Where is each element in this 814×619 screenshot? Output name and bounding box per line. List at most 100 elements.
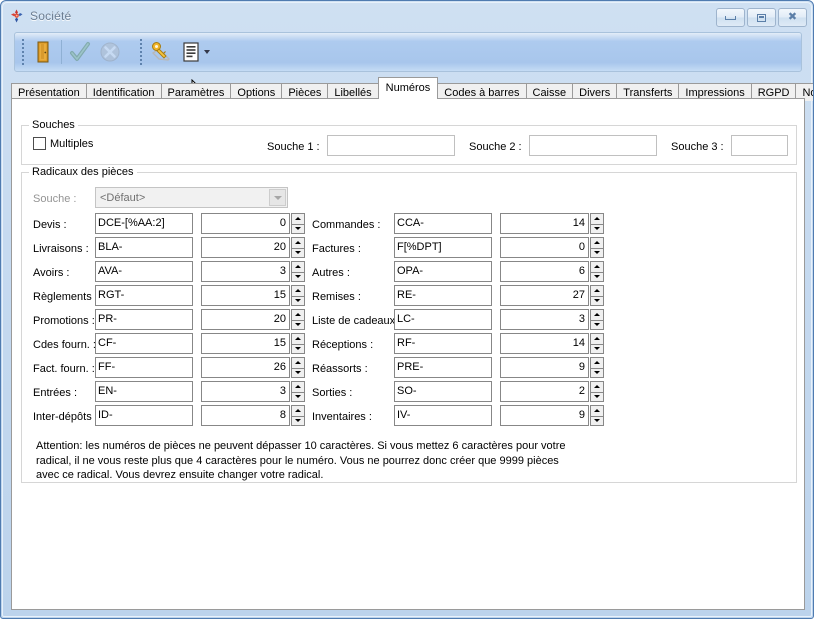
autres-radical-input[interactable]: OPA- xyxy=(394,261,492,282)
inter-depots-radical-input[interactable]: ID- xyxy=(95,405,193,426)
list-document-button[interactable] xyxy=(176,37,206,67)
reassorts-number-stepper[interactable]: 9 xyxy=(500,357,604,378)
avoirs-number-value[interactable]: 3 xyxy=(201,261,290,282)
close-button[interactable]: ✖ xyxy=(778,8,807,27)
exit-door-button[interactable] xyxy=(28,37,58,67)
souche2-input[interactable] xyxy=(529,135,657,156)
devis-number-value[interactable]: 0 xyxy=(201,213,290,234)
sorties-number-up-button[interactable] xyxy=(590,381,604,392)
chevron-down-icon[interactable] xyxy=(269,189,286,206)
devis-number-stepper[interactable]: 0 xyxy=(201,213,305,234)
souche3-input[interactable] xyxy=(731,135,788,156)
reassorts-radical-input[interactable]: PRE- xyxy=(394,357,492,378)
avoirs-radical-input[interactable]: AVA- xyxy=(95,261,193,282)
reassorts-number-value[interactable]: 9 xyxy=(500,357,589,378)
livraisons-number-value[interactable]: 20 xyxy=(201,237,290,258)
autres-number-down-button[interactable] xyxy=(590,272,604,283)
receptions-number-value[interactable]: 14 xyxy=(500,333,589,354)
sorties-number-stepper[interactable]: 2 xyxy=(500,381,604,402)
restore-button[interactable] xyxy=(747,8,776,27)
liste-cadeaux-number-up-button[interactable] xyxy=(590,309,604,320)
minimize-button[interactable] xyxy=(716,8,745,27)
factures-number-up-button[interactable] xyxy=(590,237,604,248)
factures-number-down-button[interactable] xyxy=(590,248,604,259)
sorties-number-down-button[interactable] xyxy=(590,392,604,403)
promotions-radical-input[interactable]: PR- xyxy=(95,309,193,330)
commandes-number-up-button[interactable] xyxy=(590,213,604,224)
reassorts-number-down-button[interactable] xyxy=(590,368,604,379)
sorties-number-value[interactable]: 2 xyxy=(500,381,589,402)
inter-depots-number-stepper[interactable]: 8 xyxy=(201,405,305,426)
reglements-number-up-button[interactable] xyxy=(291,285,305,296)
entrees-number-stepper[interactable]: 3 xyxy=(201,381,305,402)
commandes-radical-input[interactable]: CCA- xyxy=(394,213,492,234)
livraisons-number-down-button[interactable] xyxy=(291,248,305,259)
inventaires-number-stepper[interactable]: 9 xyxy=(500,405,604,426)
toolbar-grip-handle-2[interactable] xyxy=(139,39,143,65)
liste-cadeaux-number-value[interactable]: 3 xyxy=(500,309,589,330)
commandes-number-down-button[interactable] xyxy=(590,224,604,235)
promotions-number-up-button[interactable] xyxy=(291,309,305,320)
entrees-number-value[interactable]: 3 xyxy=(201,381,290,402)
livraisons-number-up-button[interactable] xyxy=(291,237,305,248)
autres-number-value[interactable]: 6 xyxy=(500,261,589,282)
inventaires-radical-input[interactable]: IV- xyxy=(394,405,492,426)
toolbar-grip-handle[interactable] xyxy=(21,39,25,65)
inventaires-number-value[interactable]: 9 xyxy=(500,405,589,426)
liste-cadeaux-number-stepper[interactable]: 3 xyxy=(500,309,604,330)
livraisons-number-stepper[interactable]: 20 xyxy=(201,237,305,258)
promotions-number-value[interactable]: 20 xyxy=(201,309,290,330)
inventaires-number-down-button[interactable] xyxy=(590,416,604,427)
autres-number-stepper[interactable]: 6 xyxy=(500,261,604,282)
remises-number-value[interactable]: 27 xyxy=(500,285,589,306)
commandes-number-value[interactable]: 14 xyxy=(500,213,589,234)
souche1-input[interactable] xyxy=(327,135,455,156)
avoirs-number-down-button[interactable] xyxy=(291,272,305,283)
remises-number-up-button[interactable] xyxy=(590,285,604,296)
reassorts-number-up-button[interactable] xyxy=(590,357,604,368)
validate-check-button[interactable] xyxy=(65,37,95,67)
fact-fourn-radical-input[interactable]: FF- xyxy=(95,357,193,378)
remises-number-down-button[interactable] xyxy=(590,296,604,307)
devis-radical-input[interactable]: DCE-[%AA:2] xyxy=(95,213,193,234)
avoirs-number-stepper[interactable]: 3 xyxy=(201,261,305,282)
key-pencil-button[interactable] xyxy=(146,37,176,67)
factures-number-value[interactable]: 0 xyxy=(500,237,589,258)
cdes-fourn-radical-input[interactable]: CF- xyxy=(95,333,193,354)
factures-radical-input[interactable]: F[%DPT] xyxy=(394,237,492,258)
reglements-number-stepper[interactable]: 15 xyxy=(201,285,305,306)
reglements-number-value[interactable]: 15 xyxy=(201,285,290,306)
inter-depots-number-down-button[interactable] xyxy=(291,416,305,427)
inter-depots-number-value[interactable]: 8 xyxy=(201,405,290,426)
fact-fourn-number-stepper[interactable]: 26 xyxy=(201,357,305,378)
avoirs-number-up-button[interactable] xyxy=(291,261,305,272)
fact-fourn-number-value[interactable]: 26 xyxy=(201,357,290,378)
title-bar[interactable]: Société ✖ xyxy=(3,3,813,29)
liste-cadeaux-number-down-button[interactable] xyxy=(590,320,604,331)
livraisons-radical-input[interactable]: BLA- xyxy=(95,237,193,258)
sorties-radical-input[interactable]: SO- xyxy=(394,381,492,402)
multiples-checkbox[interactable]: Multiples xyxy=(33,137,93,150)
receptions-number-down-button[interactable] xyxy=(590,344,604,355)
inter-depots-number-up-button[interactable] xyxy=(291,405,305,416)
liste-cadeaux-radical-input[interactable]: LC- xyxy=(394,309,492,330)
autres-number-up-button[interactable] xyxy=(590,261,604,272)
cdes-fourn-number-value[interactable]: 15 xyxy=(201,333,290,354)
promotions-number-down-button[interactable] xyxy=(291,320,305,331)
souche-select[interactable]: <Défaut> xyxy=(95,187,288,208)
remises-number-stepper[interactable]: 27 xyxy=(500,285,604,306)
cdes-fourn-number-down-button[interactable] xyxy=(291,344,305,355)
entrees-number-down-button[interactable] xyxy=(291,392,305,403)
commandes-number-stepper[interactable]: 14 xyxy=(500,213,604,234)
fact-fourn-number-up-button[interactable] xyxy=(291,357,305,368)
multiples-checkbox-box[interactable] xyxy=(33,137,46,150)
entrees-number-up-button[interactable] xyxy=(291,381,305,392)
entrees-radical-input[interactable]: EN- xyxy=(95,381,193,402)
factures-number-stepper[interactable]: 0 xyxy=(500,237,604,258)
tab-numeros[interactable]: Numéros xyxy=(378,77,439,99)
promotions-number-stepper[interactable]: 20 xyxy=(201,309,305,330)
fact-fourn-number-down-button[interactable] xyxy=(291,368,305,379)
inventaires-number-up-button[interactable] xyxy=(590,405,604,416)
cdes-fourn-number-stepper[interactable]: 15 xyxy=(201,333,305,354)
receptions-radical-input[interactable]: RF- xyxy=(394,333,492,354)
